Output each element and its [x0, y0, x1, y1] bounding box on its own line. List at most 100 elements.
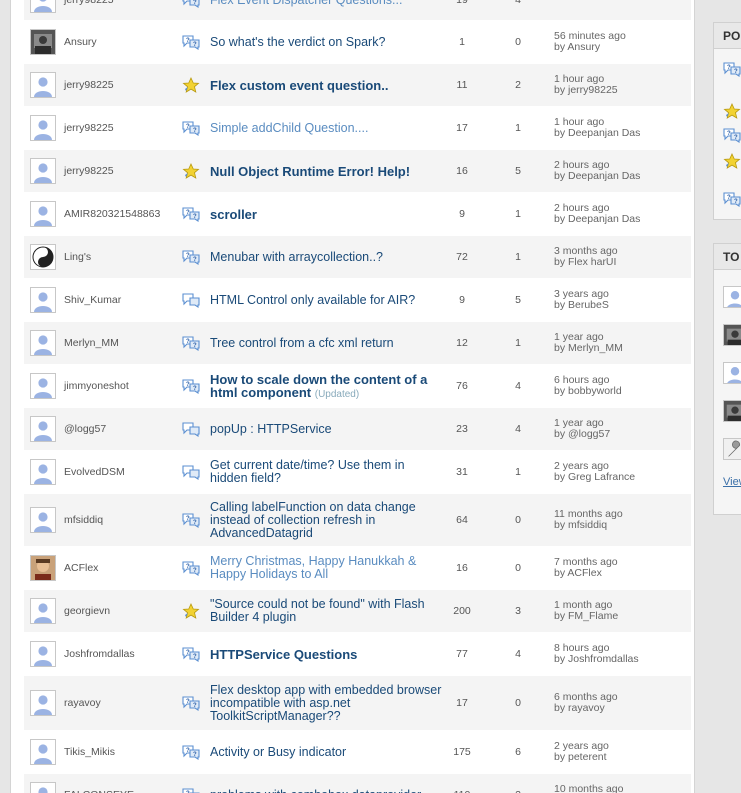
avatar[interactable]: [30, 330, 56, 356]
last-post-author-link[interactable]: by jerry98225: [554, 85, 618, 96]
author-link[interactable]: EvolvedDSM: [64, 466, 125, 478]
view-all-link[interactable]: View: [723, 476, 741, 488]
avatar[interactable]: [30, 598, 56, 624]
avatar[interactable]: [30, 739, 56, 765]
question-icon[interactable]: ??: [723, 127, 741, 144]
thread-title-link[interactable]: Null Object Runtime Error! Help!: [210, 165, 442, 178]
last-post-author-link[interactable]: by mfsiddiq: [554, 520, 623, 531]
thread-title-link[interactable]: HTTPService Questions: [210, 648, 442, 661]
question-icon: ??: [182, 744, 200, 761]
author-link[interactable]: georgievn: [64, 605, 110, 617]
author-link[interactable]: jerry98225: [64, 165, 114, 177]
svg-text:?: ?: [727, 131, 731, 137]
thread-title-link[interactable]: "Source could not be found" with Flash B…: [210, 598, 442, 624]
thread-title-text: Null Object Runtime Error! Help!: [210, 163, 411, 179]
thread-title-link[interactable]: How to scale down the content of a html …: [210, 373, 442, 401]
answered-star-icon[interactable]: [723, 103, 741, 119]
thread-title-link[interactable]: Simple addChild Question....: [210, 121, 442, 135]
views-count: 9: [459, 208, 465, 220]
thread-title-text: Tree control from a cfc xml return: [210, 335, 394, 350]
author-link[interactable]: FALCONSEYE_: [64, 789, 140, 793]
svg-text:?: ?: [727, 65, 731, 71]
svg-text:?: ?: [186, 564, 190, 570]
author-link[interactable]: jerry98225: [64, 0, 114, 6]
avatar[interactable]: [30, 641, 56, 667]
participant-avatar[interactable]: [723, 324, 741, 346]
svg-text:?: ?: [186, 699, 190, 705]
author-link[interactable]: @logg57: [64, 423, 106, 435]
answered-star-icon[interactable]: [723, 153, 741, 169]
author-link[interactable]: Merlyn_MM: [64, 337, 119, 349]
avatar[interactable]: [30, 244, 56, 270]
avatar[interactable]: [30, 416, 56, 442]
avatar[interactable]: [30, 690, 56, 716]
avatar[interactable]: [30, 0, 56, 13]
author-link[interactable]: Ling's: [64, 251, 91, 263]
svg-text:?: ?: [193, 568, 197, 574]
author-link[interactable]: jimmyoneshot: [64, 380, 129, 392]
thread-title-link[interactable]: Flex custom event question..: [210, 79, 442, 92]
thread-title-link[interactable]: Get current date/time? Use them in hidde…: [210, 459, 442, 485]
replies-count: 1: [515, 208, 521, 220]
avatar[interactable]: [30, 555, 56, 581]
thread-title-link[interactable]: Activity or Busy indicator: [210, 745, 442, 759]
avatar[interactable]: [30, 373, 56, 399]
participant-avatar[interactable]: [723, 286, 741, 308]
thread-title-link[interactable]: So what's the verdict on Spark?: [210, 35, 442, 49]
last-post-author-link[interactable]: by Joshfromdallas: [554, 654, 639, 665]
avatar[interactable]: [30, 287, 56, 313]
thread-title-link[interactable]: Tree control from a cfc xml return: [210, 335, 442, 350]
avatar[interactable]: [30, 459, 56, 485]
avatar[interactable]: [30, 29, 56, 55]
author-link[interactable]: jerry98225: [64, 79, 114, 91]
thread-title-link[interactable]: Calling labelFunction on data change ins…: [210, 500, 442, 540]
last-post-author-link[interactable]: by rayavoy: [554, 703, 618, 714]
author-link[interactable]: AMIR820321548863: [64, 208, 160, 220]
last-post-author-link[interactable]: by Deepanjan Das: [554, 171, 640, 182]
participant-avatar[interactable]: [723, 400, 741, 422]
avatar[interactable]: [30, 507, 56, 533]
author-link[interactable]: mfsiddiq: [64, 514, 103, 526]
author-link[interactable]: ACFlex: [64, 562, 98, 574]
thread-title-link[interactable]: problems with combobox dataprovider: [210, 788, 442, 793]
thread-row: Ling's?? Menubar with arraycollection..? 7…: [24, 236, 691, 279]
last-post-author-link[interactable]: by FM_Flame: [554, 611, 618, 622]
last-post-author-link[interactable]: by Merlyn_MM: [554, 343, 623, 354]
author-link[interactable]: rayavoy: [64, 697, 101, 709]
question-icon[interactable]: ??: [723, 61, 741, 78]
author-link[interactable]: Joshfromdallas: [64, 648, 135, 660]
thread-title-link[interactable]: HTML Control only available for AIR?: [210, 293, 442, 307]
last-post-author-link[interactable]: by ACFlex: [554, 568, 618, 579]
replies-count: 0: [515, 562, 521, 574]
avatar[interactable]: [30, 72, 56, 98]
last-post-info: 10 months agoby FALCONSEYE_: [554, 784, 644, 793]
avatar[interactable]: [30, 115, 56, 141]
author-link[interactable]: jerry98225: [64, 122, 114, 134]
thread-title-link[interactable]: Merry Christmas, Happy Hanukkah & Happy …: [210, 555, 442, 581]
author-link[interactable]: Ansury: [64, 36, 97, 48]
participant-avatar[interactable]: [723, 362, 741, 384]
last-post-author-link[interactable]: by BerubeS: [554, 300, 609, 311]
participant-avatar[interactable]: [723, 438, 741, 460]
last-post-author-link[interactable]: by Deepanjan Das: [554, 214, 640, 225]
thread-title-link[interactable]: Flex Event Dispatcher Questions...: [210, 0, 442, 7]
avatar[interactable]: [30, 201, 56, 227]
last-post-author-link[interactable]: by peterent: [554, 752, 609, 763]
avatar[interactable]: [30, 158, 56, 184]
author-link[interactable]: Shiv_Kumar: [64, 294, 121, 306]
last-post-author-link[interactable]: by bobbyworld: [554, 386, 622, 397]
question-icon[interactable]: ??: [723, 191, 741, 208]
thread-title-link[interactable]: Flex desktop app with embedded browser i…: [210, 683, 442, 723]
author-link[interactable]: Tikis_Mikis: [64, 746, 115, 758]
avatar[interactable]: [30, 782, 56, 793]
last-post-author-link[interactable]: by Flex harUI: [554, 257, 618, 268]
last-post-author-link[interactable]: by Greg Lafrance: [554, 472, 635, 483]
thread-title-link[interactable]: Menubar with arraycollection..?: [210, 250, 442, 264]
thread-title-link[interactable]: popUp : HTTPService: [210, 422, 442, 436]
last-post-author-link[interactable]: by Ansury: [554, 42, 626, 53]
last-post-author-link[interactable]: by @logg57: [554, 429, 610, 440]
views-count: 1: [459, 36, 465, 48]
thread-title-link[interactable]: scroller: [210, 208, 442, 221]
popular-threads-box: PO ??????: [713, 22, 741, 220]
last-post-author-link[interactable]: by Deepanjan Das: [554, 128, 640, 139]
